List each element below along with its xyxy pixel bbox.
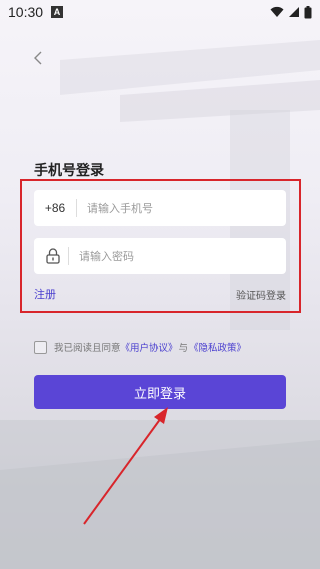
back-button[interactable]	[30, 50, 46, 66]
status-bar: 10:30 A	[0, 0, 320, 24]
agreement-prefix: 我已阅读且同意	[54, 343, 121, 354]
privacy-policy-link[interactable]: 《隐私政策》	[189, 340, 246, 354]
chevron-left-icon	[34, 51, 42, 65]
agreement-conjunction: 与	[178, 343, 189, 354]
status-time: 10:30	[8, 4, 44, 20]
user-agreement-link[interactable]: 《用户协议》	[121, 340, 178, 354]
status-icons	[270, 5, 312, 19]
agreement-checkbox[interactable]	[34, 340, 47, 354]
agreement-row: 我已阅读且同意 《用户协议》 与 《隐私政策》	[34, 340, 246, 354]
login-button[interactable]: 立即登录	[34, 375, 286, 409]
signal-icon	[289, 7, 299, 17]
highlight-box	[20, 179, 301, 313]
battery-icon	[304, 5, 312, 18]
notification-badge: A	[51, 6, 64, 18]
wifi-icon	[270, 6, 284, 17]
page-title: 手机号登录	[34, 163, 104, 179]
